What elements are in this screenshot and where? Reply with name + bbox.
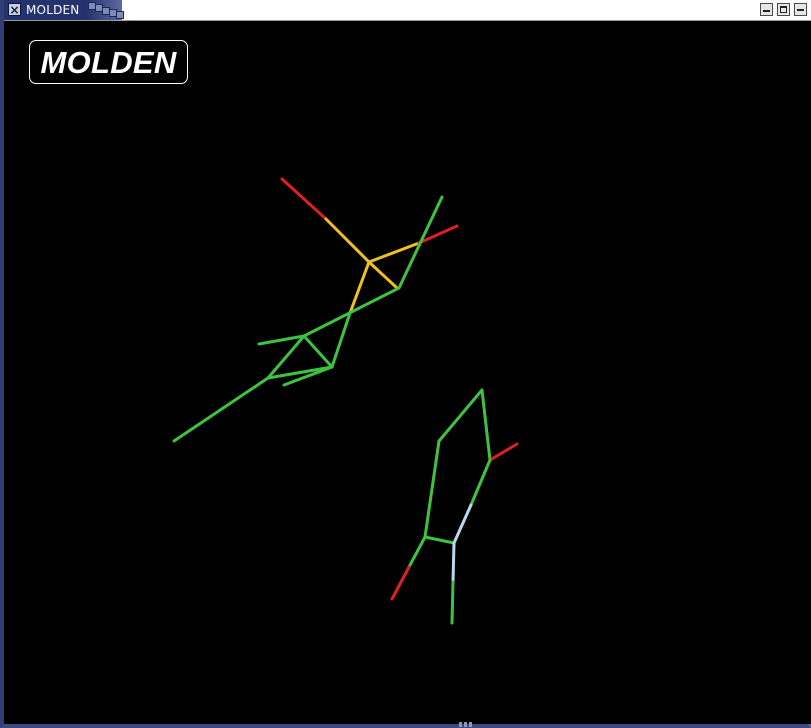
bond-carbon: [469, 458, 492, 507]
bond-carbon: [172, 376, 270, 443]
molden-logo: MOLDEN: [29, 40, 188, 84]
bond-carbon: [407, 535, 427, 569]
resize-grip[interactable]: [459, 722, 473, 727]
bond-sulfur: [367, 260, 398, 289]
molden-window: × MOLDEN MOLDEN: [0, 0, 811, 728]
molecule-structure[interactable]: [8, 21, 811, 724]
window-menu-close-icon[interactable]: ×: [8, 3, 21, 16]
maximize-icon[interactable]: [777, 3, 790, 16]
bond-nitrogen: [452, 503, 473, 545]
bond-sulfur: [324, 217, 371, 264]
bond-nitrogen: [451, 541, 456, 584]
bond-carbon: [302, 334, 334, 369]
bond-carbon: [302, 286, 401, 338]
bond-carbon: [397, 195, 444, 290]
bond-oxygen: [390, 565, 411, 601]
bond-oxygen: [280, 177, 328, 221]
close-icon[interactable]: [794, 3, 807, 16]
bond-carbon: [437, 388, 484, 443]
molecule-canvas[interactable]: MOLDEN: [8, 21, 811, 724]
window-title: MOLDEN: [26, 3, 80, 17]
molecule-1: [172, 177, 459, 443]
title-bar[interactable]: × MOLDEN: [4, 0, 811, 21]
bond-carbon: [423, 535, 456, 545]
molecule-2: [390, 388, 519, 625]
bond-oxygen: [488, 442, 519, 462]
minimize-icon[interactable]: [760, 3, 773, 16]
bond-carbon: [423, 439, 441, 539]
title-bar-decoration: [88, 2, 128, 20]
bond-carbon: [480, 388, 492, 462]
bond-carbon: [450, 580, 455, 625]
